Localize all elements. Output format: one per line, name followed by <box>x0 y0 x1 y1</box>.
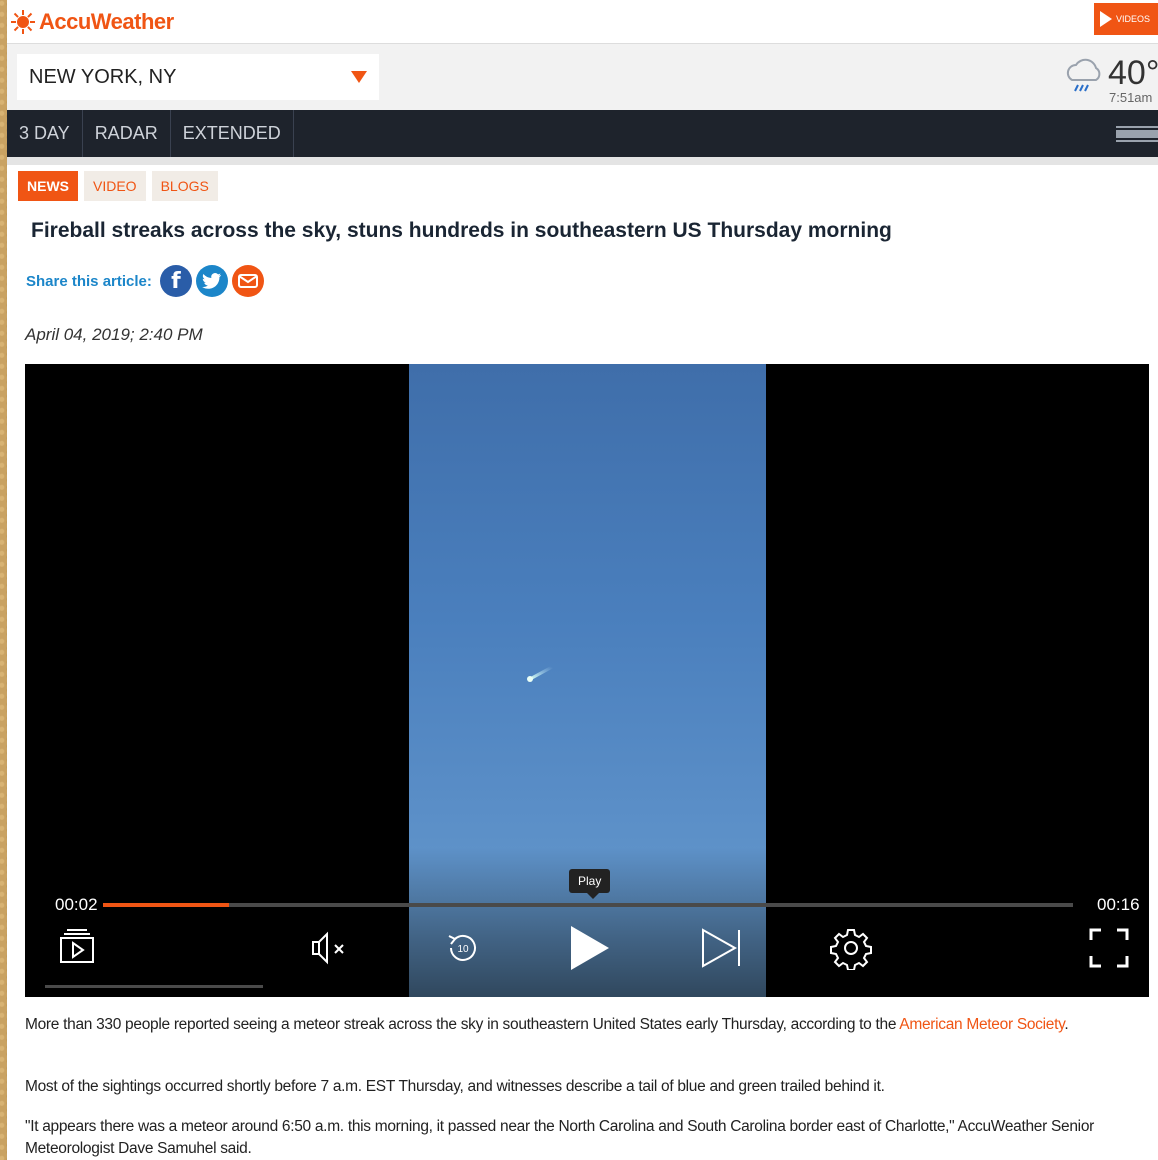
settings-gear-icon[interactable] <box>829 926 873 970</box>
sun-logo-icon <box>11 10 35 34</box>
videos-label: VIDEOS <box>1116 14 1151 24</box>
article-paragraph-1: More than 330 people reported seeing a m… <box>25 1014 1153 1036</box>
accuweather-logo[interactable]: AccuWeather <box>11 9 174 35</box>
forecast-nav: 3 DAY RADAR EXTENDED <box>7 110 1158 157</box>
page: AccuWeather VIDEOS NEW YORK, NY 40° 7:51… <box>7 0 1158 1160</box>
divider <box>7 157 1158 165</box>
logo-text: AccuWeather <box>39 9 174 34</box>
paragraph-end: . <box>1064 1016 1069 1033</box>
article-paragraph-3: "It appears there was a meteor around 6:… <box>25 1118 1095 1157</box>
location-dropdown[interactable]: NEW YORK, NY <box>17 54 379 100</box>
share-bar: Share this article: f <box>26 265 264 297</box>
cloud-rain-icon <box>1066 58 1101 92</box>
current-time: 00:02 <box>55 895 98 914</box>
facebook-icon[interactable]: f <box>159 265 192 297</box>
article-date: April 04, 2019; 2:40 PM <box>25 325 203 344</box>
rewind-10-icon[interactable]: 10 <box>441 926 485 970</box>
videos-button[interactable]: VIDEOS <box>1094 3 1158 35</box>
svg-text:10: 10 <box>457 944 469 955</box>
duration: 00:16 <box>1097 895 1140 914</box>
menu-icon[interactable] <box>1116 126 1158 142</box>
next-icon[interactable] <box>699 926 743 970</box>
paragraph-text: More than 330 people reported seeing a m… <box>25 1016 900 1033</box>
play-icon <box>1100 11 1112 27</box>
video-player[interactable]: 00:02 00:16 Play 10 <box>25 364 1149 997</box>
tab-video[interactable]: VIDEO <box>84 171 146 201</box>
tab-blogs[interactable]: BLOGS <box>151 171 218 201</box>
location-name: NEW YORK, NY <box>29 65 177 88</box>
location-bar: NEW YORK, NY 40° 7:51am <box>7 44 1158 110</box>
current-weather[interactable]: 40° 7:51am <box>1062 54 1158 105</box>
playlist-icon[interactable] <box>55 926 99 970</box>
twitter-icon[interactable] <box>195 265 228 297</box>
caret-down-icon[interactable] <box>351 71 367 83</box>
nav-item-3-day[interactable]: 3 DAY <box>7 110 83 157</box>
playlist-bar <box>45 985 263 988</box>
play-tooltip: Play <box>569 869 611 899</box>
progress-fill <box>103 903 230 907</box>
top-bar: AccuWeather VIDEOS <box>7 0 1158 44</box>
article-headline: Fireball streaks across the sky, stuns h… <box>31 219 892 242</box>
progress-bar[interactable] <box>103 903 1073 907</box>
email-icon[interactable] <box>231 265 264 297</box>
mute-icon[interactable] <box>307 926 351 970</box>
tab-news[interactable]: NEWS <box>18 171 78 201</box>
article-paragraph-2: Most of the sightings occurred shortly b… <box>25 1078 885 1095</box>
observation-time: 7:51am <box>1109 90 1153 105</box>
temperature: 40° <box>1108 54 1158 92</box>
american-meteor-society-link[interactable]: American Meteor Society <box>899 1016 1064 1033</box>
play-icon[interactable] <box>567 924 611 972</box>
nav-item-extended[interactable]: EXTENDED <box>171 110 294 157</box>
fullscreen-icon[interactable] <box>1087 926 1131 970</box>
share-label: Share this article: <box>26 272 152 290</box>
nav-item-radar[interactable]: RADAR <box>83 110 171 157</box>
content-tabs: NEWS VIDEO BLOGS <box>7 165 1158 201</box>
